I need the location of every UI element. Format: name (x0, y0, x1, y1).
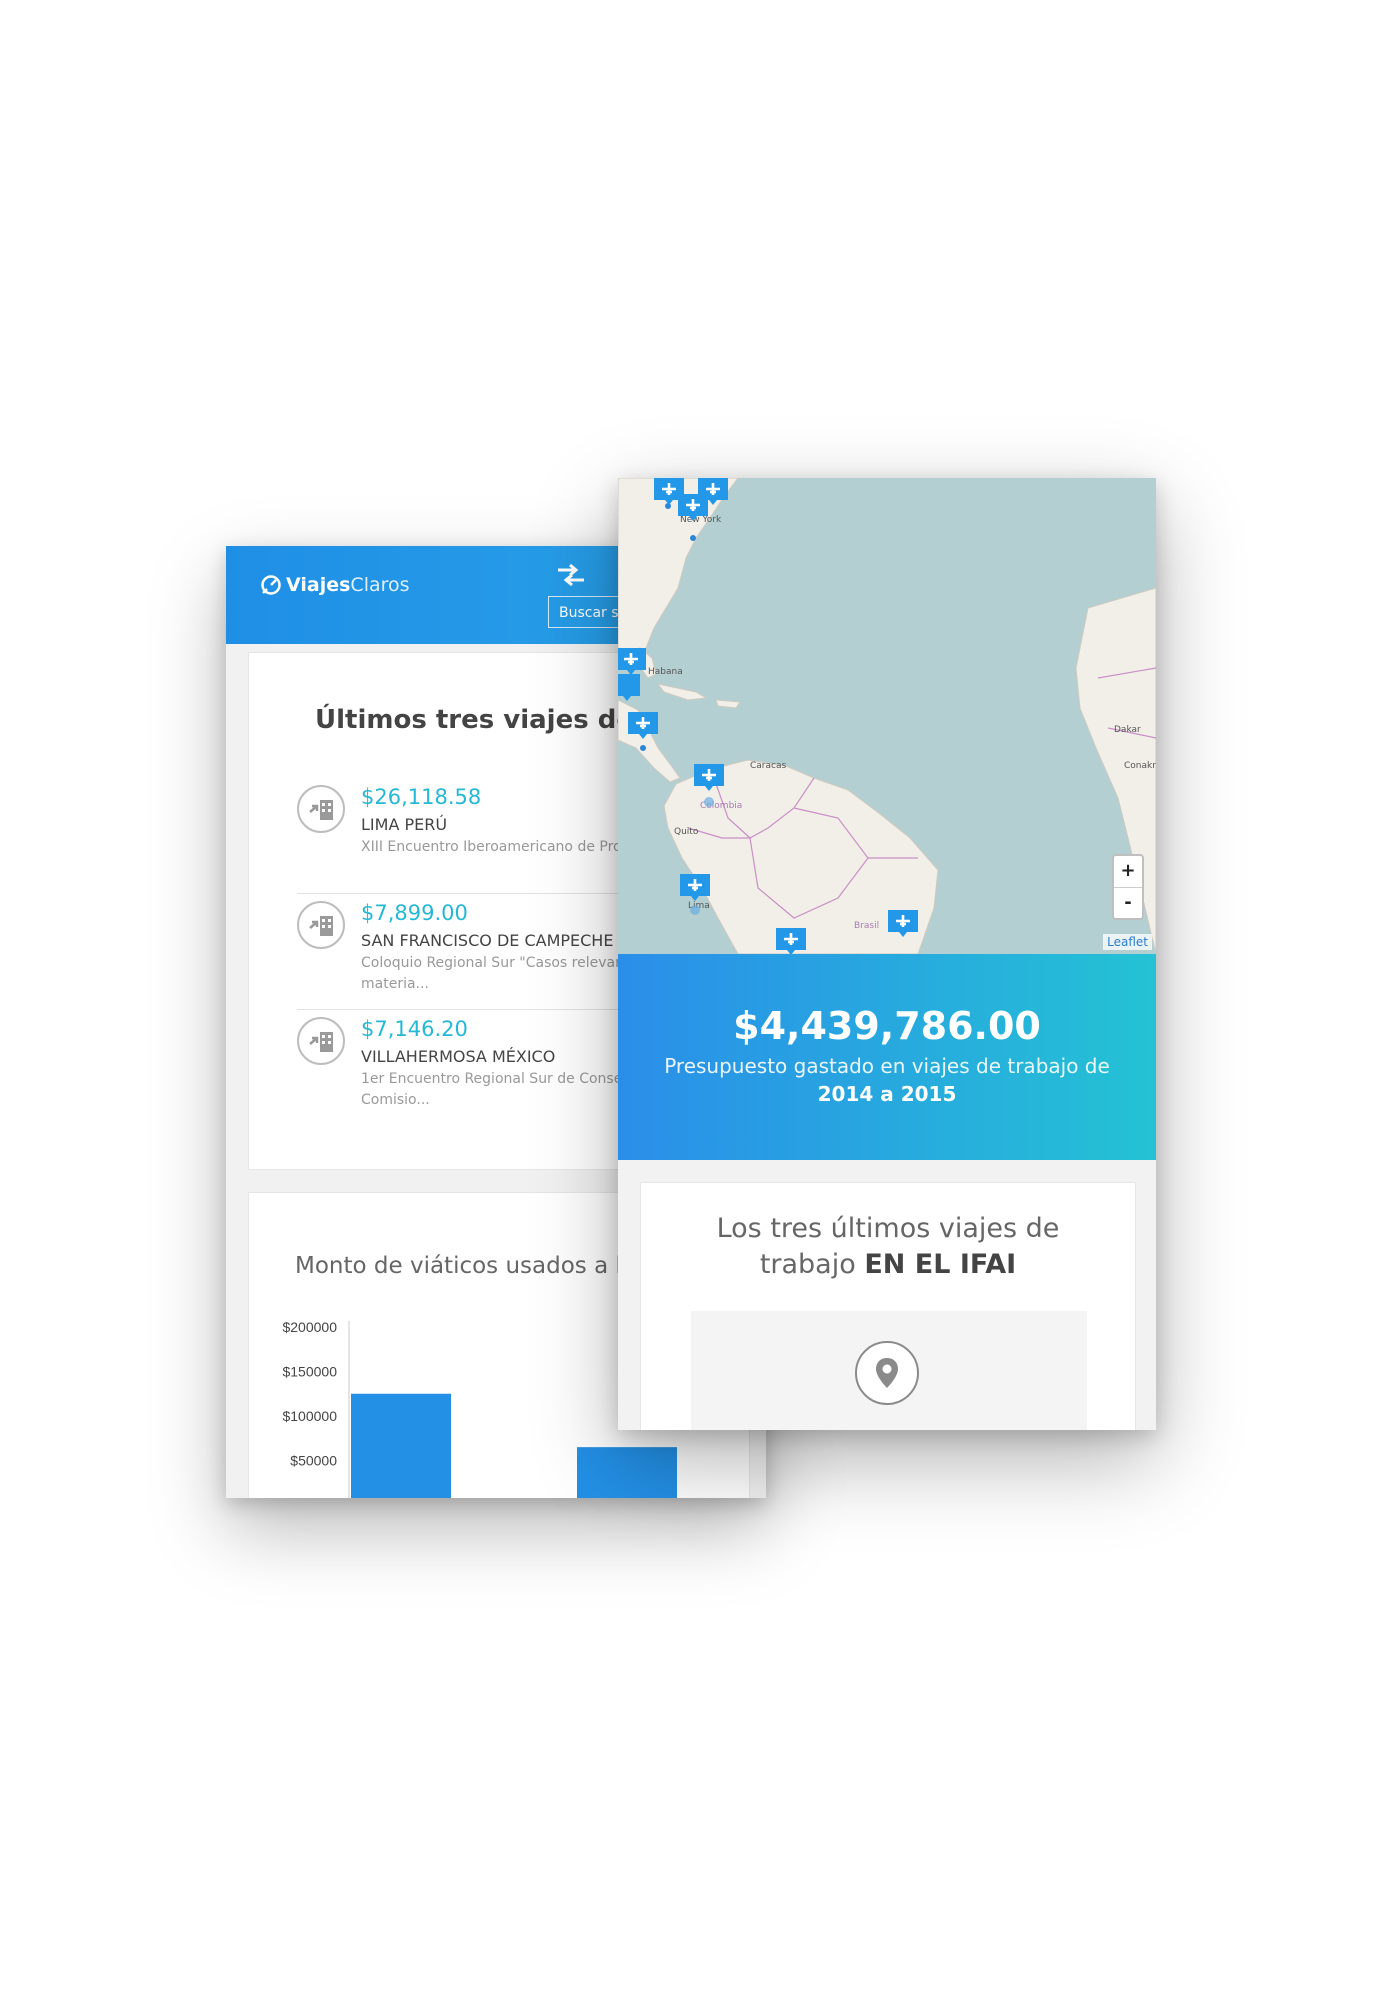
latest-trips-card: Los tres últimos viajes de trabajo EN EL… (640, 1182, 1136, 1430)
latest-trips-title-light: trabajo (759, 1249, 865, 1280)
location-pin-icon (855, 1341, 919, 1405)
hotel-flight-icon (297, 785, 345, 833)
map-label: Conakry (1124, 761, 1156, 771)
chart-bar[interactable] (577, 1447, 677, 1498)
hotel-flight-icon (297, 1017, 345, 1065)
logo-compass-icon (261, 575, 281, 595)
trip-city: SAN FRANCISCO DE CAMPECHE M (361, 931, 633, 950)
trip-city: LIMA PERÚ (361, 815, 448, 834)
chart-title: Monto de viáticos usados a l (295, 1253, 622, 1279)
y-tick-label: $100000 (282, 1408, 337, 1424)
logo-text-bold: Viajes (286, 574, 351, 596)
trip-price: $7,899.00 (361, 901, 468, 925)
y-tick-label: $150000 (282, 1364, 337, 1380)
map-label: Quito (674, 827, 699, 837)
trip-price: $7,146.20 (361, 1017, 468, 1041)
airplane-marker-icon[interactable] (618, 648, 646, 675)
airplane-marker-icon[interactable] (618, 674, 640, 701)
trip-price: $26,118.58 (361, 785, 482, 809)
y-tick-label: $200000 (282, 1319, 337, 1335)
budget-label: Presupuesto gastado en viajes de trabajo… (664, 1054, 1110, 1078)
zoom-out-button[interactable]: - (1114, 888, 1142, 919)
map-label: Dakar (1114, 725, 1141, 735)
trip-city: VILLAHERMOSA MÉXICO (361, 1047, 556, 1066)
map-canvas: New York Habana Caracas Colombia Quito D… (618, 478, 1156, 954)
latest-trips-title-bold: EN EL IFAI (864, 1249, 1017, 1280)
map-label: Brasil (854, 921, 879, 931)
map-label: Habana (648, 667, 683, 677)
map-label: Caracas (750, 761, 786, 771)
chart-bar[interactable] (351, 1393, 451, 1498)
zoom-in-button[interactable]: + (1114, 856, 1142, 888)
y-tick-label: $50000 (290, 1453, 337, 1469)
budget-years: 2014 a 2015 (817, 1082, 957, 1106)
logo[interactable]: Viajes Claros (260, 574, 410, 596)
trips-map[interactable]: New York Habana Caracas Colombia Quito D… (618, 478, 1156, 954)
logo-text-light: Claros (350, 574, 410, 596)
budget-banner: $4,439,786.00 Presupuesto gastado en via… (618, 954, 1156, 1160)
hotel-flight-icon (297, 901, 345, 949)
budget-amount: $4,439,786.00 (733, 1004, 1041, 1048)
latest-trips-title-line1: Los tres últimos viajes de (716, 1213, 1060, 1244)
front-phone-screen: New York Habana Caracas Colombia Quito D… (618, 478, 1156, 1430)
trip-map-placeholder (691, 1311, 1087, 1430)
map-label: New York (680, 515, 722, 525)
latest-trips-title-line2: trabajo EN EL IFAI (641, 1249, 1135, 1280)
leaflet-attribution-link[interactable]: Leaflet (1103, 934, 1152, 950)
zoom-control: + - (1112, 854, 1144, 920)
swap-arrows-icon[interactable] (556, 564, 586, 586)
